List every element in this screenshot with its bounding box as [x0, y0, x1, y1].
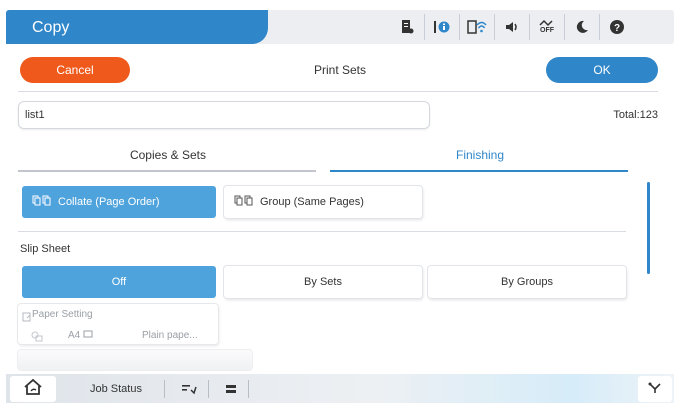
- tab-underline-finishing: [330, 170, 628, 172]
- scrollbar[interactable]: [647, 182, 650, 274]
- collate-label: Collate (Page Order): [58, 196, 160, 208]
- help-icon[interactable]: ?: [599, 14, 634, 40]
- tab-underline-copies: [18, 170, 316, 172]
- paper-setting-label: Paper Setting: [32, 309, 93, 320]
- paper-size-text: A4: [68, 330, 81, 341]
- job-stop-icon[interactable]: [174, 376, 204, 402]
- page-title: Print Sets: [313, 63, 367, 77]
- status-icons: OFF ?: [390, 14, 634, 40]
- list-name-field[interactable]: [18, 101, 430, 129]
- collate-page-order-button[interactable]: Collate (Page Order): [22, 186, 216, 218]
- group-label: Group (Same Pages): [260, 196, 364, 208]
- paper-orientation-icon: [83, 330, 93, 338]
- connect-button[interactable]: [638, 376, 672, 402]
- slip-sheet-by-groups-button[interactable]: By Groups: [428, 266, 626, 298]
- connect-icon: [647, 381, 663, 398]
- slip-sheet-label: Slip Sheet: [20, 243, 71, 255]
- faded-setting-row[interactable]: [18, 350, 252, 370]
- stop-icon[interactable]: [216, 376, 246, 402]
- paper-size-value: A4: [68, 330, 93, 341]
- bar-separator: [208, 380, 209, 398]
- slip-sheet-by-sets-button[interactable]: By Sets: [224, 266, 422, 298]
- slip-sheet-off-button[interactable]: Off: [22, 266, 216, 298]
- divider: [18, 231, 626, 232]
- document-settings-icon[interactable]: [390, 14, 424, 40]
- network-off-text: OFF: [540, 27, 554, 34]
- bar-separator: [248, 380, 249, 398]
- paper-source-icon: [30, 329, 44, 347]
- app-title: Copy: [32, 19, 70, 36]
- group-icon: [234, 194, 254, 211]
- cancel-button[interactable]: Cancel: [20, 57, 130, 83]
- sleep-icon[interactable]: [564, 14, 599, 40]
- wifi-icon[interactable]: [459, 14, 494, 40]
- collate-icon: [32, 194, 52, 211]
- volume-icon[interactable]: [494, 14, 529, 40]
- job-status-button[interactable]: Job Status: [72, 376, 160, 402]
- total-count: Total:123: [613, 109, 658, 121]
- tab-finishing[interactable]: Finishing: [330, 148, 630, 162]
- divider: [18, 91, 658, 92]
- info-icon[interactable]: [424, 14, 459, 40]
- network-off-icon[interactable]: OFF: [529, 14, 564, 40]
- home-icon: [22, 378, 44, 401]
- group-same-pages-button[interactable]: Group (Same Pages): [224, 186, 422, 218]
- home-button[interactable]: [10, 376, 56, 402]
- paper-type-value: Plain pape...: [142, 330, 198, 341]
- ok-button[interactable]: OK: [546, 57, 658, 83]
- paper-setting-icon: [22, 309, 32, 327]
- tab-copies-sets[interactable]: Copies & Sets: [18, 148, 318, 162]
- bar-separator: [164, 380, 165, 398]
- svg-text:?: ?: [614, 23, 620, 34]
